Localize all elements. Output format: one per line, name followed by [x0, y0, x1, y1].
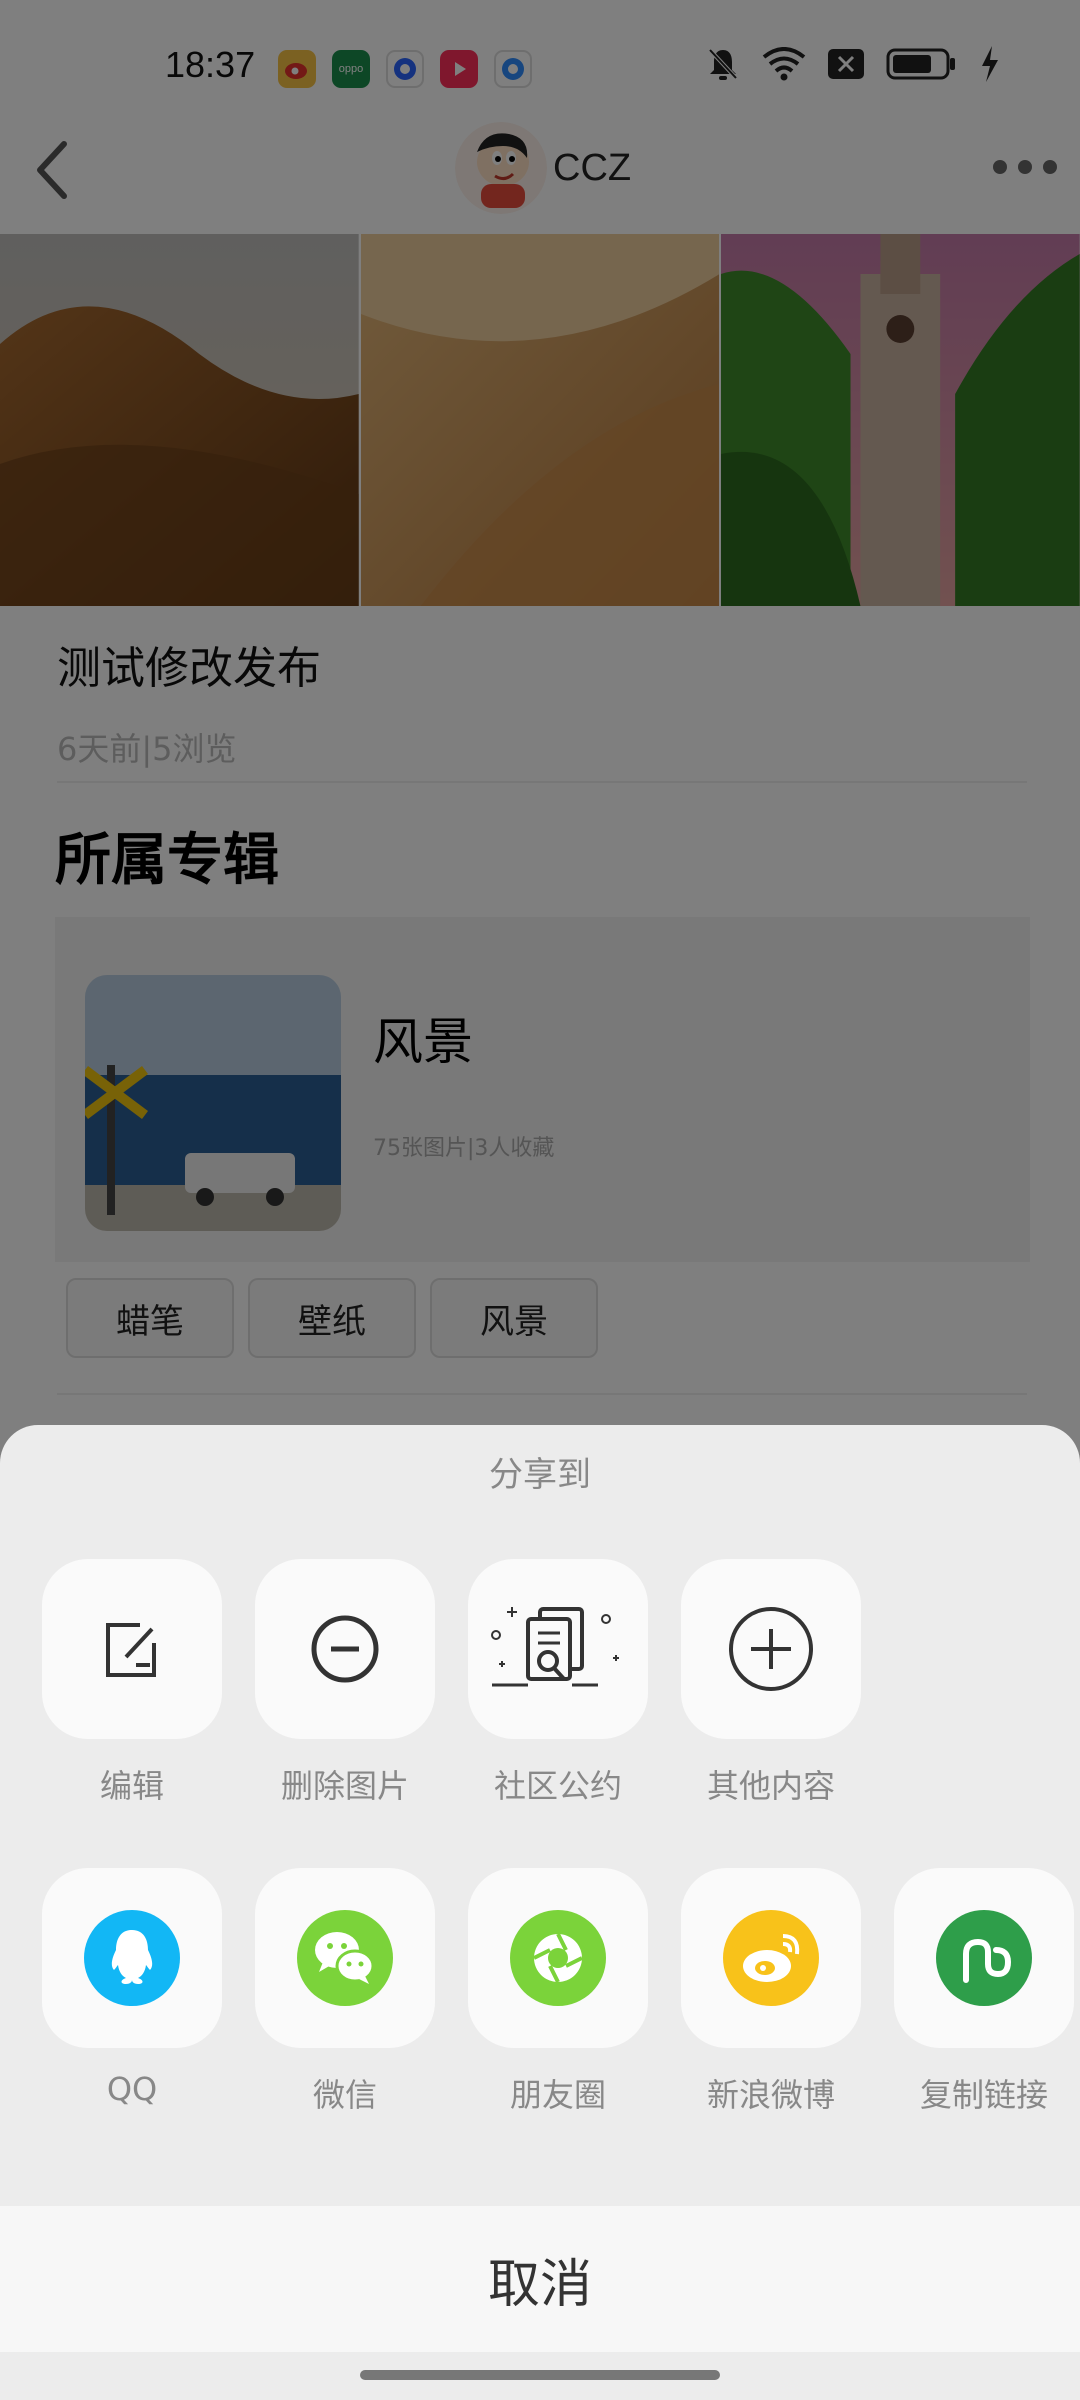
share-moments-label: 朋友圈 — [509, 2076, 606, 2114]
edit-icon — [106, 1623, 156, 1677]
edit-button[interactable] — [42, 1559, 222, 1739]
copy-link-button[interactable] — [894, 1868, 1074, 2048]
delete-image-button[interactable] — [255, 1559, 435, 1739]
delete-image-label: 删除图片 — [280, 1767, 409, 1805]
share-weibo-button[interactable] — [681, 1868, 861, 2048]
other-content-label: 其他内容 — [706, 1767, 835, 1805]
remove-circle-icon — [311, 1615, 379, 1683]
weibo-icon — [723, 1910, 819, 2006]
share-wechat-button[interactable] — [255, 1868, 435, 2048]
edit-label: 编辑 — [99, 1767, 164, 1805]
post-detail-page: 18:37 oppo — [0, 0, 1080, 2400]
link-icon — [936, 1910, 1032, 2006]
share-wechat-label: 微信 — [312, 2076, 377, 2114]
home-indicator[interactable] — [360, 2370, 720, 2380]
share-weibo-label: 新浪微博 — [706, 2076, 835, 2114]
moments-icon — [510, 1910, 606, 2006]
add-circle-icon — [729, 1607, 813, 1691]
copy-link-label: 复制链接 — [919, 2076, 1048, 2114]
qq-icon — [84, 1910, 180, 2006]
community-rules-button[interactable] — [468, 1559, 648, 1739]
share-moments-button[interactable] — [468, 1868, 648, 2048]
share-sheet: 分享到 编辑 删除图片 社区公约 其他内容 QQ 微信 朋友圈 新浪微博 复制链… — [0, 1425, 1080, 2400]
wechat-icon — [297, 1910, 393, 2006]
share-qq-label: QQ — [106, 2070, 158, 2108]
other-content-button[interactable] — [681, 1559, 861, 1739]
share-sheet-title: 分享到 — [489, 1455, 591, 1495]
document-search-icon — [491, 1607, 619, 1687]
share-qq-button[interactable] — [42, 1868, 222, 2048]
cancel-button[interactable]: 取消 — [0, 2206, 1080, 2352]
community-rules-label: 社区公约 — [493, 1767, 622, 1805]
